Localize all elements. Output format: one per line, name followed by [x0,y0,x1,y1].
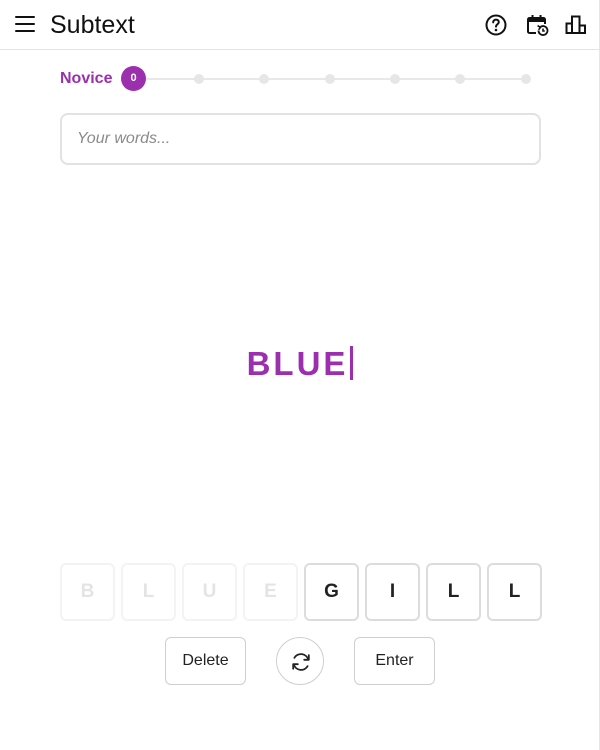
shuffle-button[interactable] [276,637,324,685]
calendar-history-icon[interactable] [525,13,549,37]
letter-tile[interactable]: L [121,563,176,621]
found-words-input[interactable] [60,113,541,165]
score-badge: 0 [121,66,146,91]
letter-tile[interactable]: B [60,563,115,621]
letter-tiles: B L U E G I L L [60,563,542,621]
milestone-dot [194,74,204,84]
rank-progress: Novice 0 [60,66,540,92]
rank-label: Novice [60,70,113,87]
leaderboard-icon[interactable] [564,13,588,37]
help-icon[interactable] [484,13,508,37]
app-title: Subtext [50,11,135,39]
milestone-dot [390,74,400,84]
delete-button[interactable]: Delete [165,637,246,685]
menu-icon[interactable] [15,15,35,33]
shuffle-icon [292,653,310,671]
milestone-dot [259,74,269,84]
letter-tile[interactable]: E [243,563,298,621]
letter-tile[interactable]: G [304,563,359,621]
letter-tile[interactable]: I [365,563,420,621]
top-bar: Subtext [0,0,600,50]
enter-button[interactable]: Enter [354,637,435,685]
milestone-dot [521,74,531,84]
current-word-display: BLUE [0,344,600,384]
text-cursor [350,346,354,380]
letter-tile[interactable]: L [487,563,542,621]
game-app: Subtext Novice 0 Your words... BLUE B L … [0,0,600,750]
letter-tile[interactable]: L [426,563,481,621]
milestone-dot [455,74,465,84]
milestone-dot [325,74,335,84]
letter-tile[interactable]: U [182,563,237,621]
current-word-text: BLUE [246,345,349,382]
